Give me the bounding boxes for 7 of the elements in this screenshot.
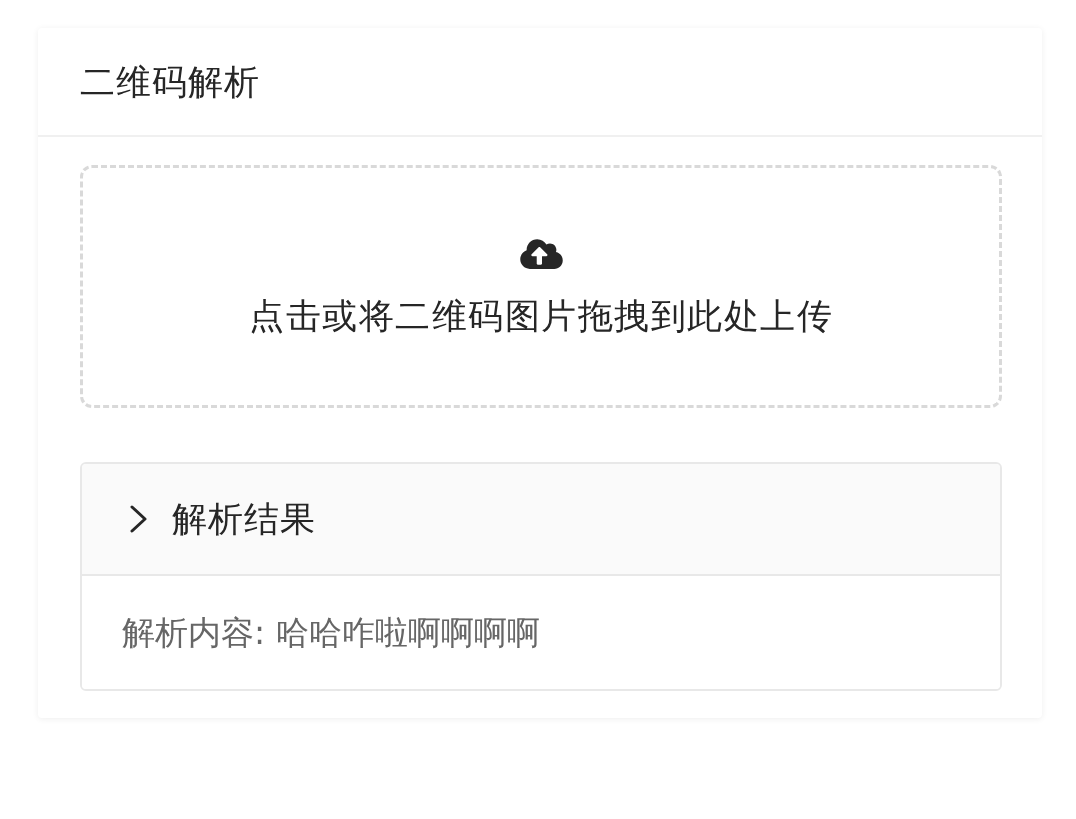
- upload-dropzone[interactable]: 点击或将二维码图片拖拽到此处上传: [80, 165, 1002, 408]
- collapse-header[interactable]: 解析结果: [82, 464, 1000, 576]
- result-text: 解析内容: 哈哈咋啦啊啊啊啊: [122, 612, 540, 653]
- chevron-right-icon: [130, 505, 148, 533]
- cloud-upload-icon: [519, 236, 563, 271]
- card-title: 二维码解析: [80, 60, 260, 103]
- upload-hint: 点击或将二维码图片拖拽到此处上传: [249, 294, 833, 337]
